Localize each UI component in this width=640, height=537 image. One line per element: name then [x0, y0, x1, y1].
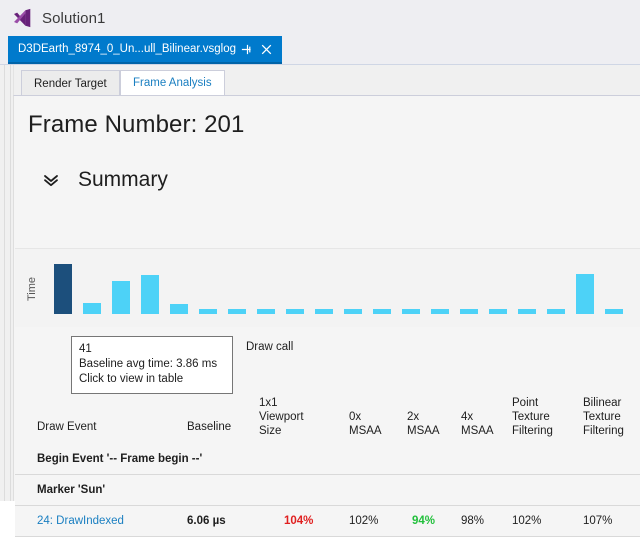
column-header-viewport-size-line3: Size [259, 425, 282, 437]
column-header-point-line2: Texture [512, 411, 550, 423]
table-row[interactable]: 24: DrawIndexed 6.06 µs 104% 102% 94% 98… [15, 506, 640, 537]
tab-frame-analysis-label: Frame Analysis [133, 77, 212, 89]
vertical-scrollbar[interactable] [0, 65, 14, 501]
table-row[interactable]: Marker 'Sun' [15, 475, 640, 506]
column-header-point-line3: Filtering [512, 425, 553, 437]
visual-studio-logo-icon [12, 8, 32, 28]
chart-baseline-dash [605, 309, 623, 314]
page-title: Frame Number: 201 [28, 111, 245, 138]
row-bilinear-filtering-value: 107% [583, 515, 613, 527]
chart-bar[interactable] [54, 264, 72, 314]
frame-analysis-content: Render Target Frame Analysis Frame Numbe… [0, 65, 640, 537]
chart-baseline-dash [431, 309, 449, 314]
row-2x-msaa-value: 94% [412, 515, 436, 527]
row-viewport-size-value: 104% [284, 515, 314, 527]
document-tab-strip: D3DEarth_8974_0_Un...ull_Bilinear.vsglog [0, 36, 640, 65]
document-tab-vsglog[interactable]: D3DEarth_8974_0_Un...ull_Bilinear.vsglog [8, 36, 283, 64]
row-point-filtering-value: 102% [512, 515, 542, 527]
chart-baseline-dash [199, 309, 217, 314]
chart-bar[interactable] [141, 275, 159, 314]
chart-baseline-dash [344, 309, 362, 314]
draw-call-time-chart: Time [15, 248, 640, 327]
chart-bar[interactable] [170, 304, 188, 314]
column-header-4x-msaa-line1: 4x [461, 411, 474, 423]
chart-baseline-dash [257, 309, 275, 314]
column-header-0x-msaa-line1: 0x [349, 411, 362, 423]
column-header-2x-msaa[interactable]: 2x MSAA [407, 410, 440, 438]
chart-x-axis-label: Draw call [246, 341, 294, 353]
tab-render-target[interactable]: Render Target [21, 70, 120, 96]
results-table-body: Begin Event '-- Frame begin --' Marker '… [15, 444, 640, 537]
summary-label: Summary [78, 168, 168, 191]
tab-render-target-label: Render Target [34, 77, 107, 90]
chart-baseline-dash [315, 309, 333, 314]
chevron-double-down-icon[interactable] [40, 169, 62, 191]
chart-baseline-dash [373, 309, 391, 314]
tooltip-hint: Click to view in table [79, 373, 184, 385]
tooltip-draw-call-id: 41 [79, 343, 92, 355]
chart-baseline-dash [547, 309, 565, 314]
row-label-begin-event: Begin Event '-- Frame begin --' [37, 453, 203, 465]
column-header-bilinear-line1: Bilinear [583, 397, 622, 409]
chart-tooltip: 41 Baseline avg time: 3.86 ms Click to v… [71, 336, 233, 394]
column-header-bilinear-line3: Filtering [583, 425, 624, 437]
frame-analysis-panel: Frame Number: 201 Summary Time Draw call… [13, 95, 640, 537]
column-header-point-texture-filtering[interactable]: Point Texture Filtering [512, 396, 553, 438]
column-header-4x-msaa[interactable]: 4x MSAA [461, 410, 494, 438]
row-draw-event-link[interactable]: 24: DrawIndexed [37, 515, 124, 527]
pin-icon[interactable] [236, 39, 256, 59]
column-header-2x-msaa-line2: MSAA [407, 425, 440, 437]
tab-frame-analysis[interactable]: Frame Analysis [120, 70, 225, 96]
column-header-2x-msaa-line1: 2x [407, 411, 420, 423]
column-header-point-line1: Point [512, 397, 539, 409]
column-header-bilinear-line2: Texture [583, 411, 621, 423]
column-header-4x-msaa-line2: MSAA [461, 425, 494, 437]
analysis-tab-bar: Render Target Frame Analysis [13, 70, 640, 96]
row-0x-msaa-value: 102% [349, 515, 379, 527]
table-row[interactable]: Begin Event '-- Frame begin --' [15, 444, 640, 475]
column-header-0x-msaa[interactable]: 0x MSAA [349, 410, 382, 438]
chart-plot-area[interactable] [48, 254, 628, 320]
summary-section-header[interactable]: Summary [40, 168, 168, 192]
column-header-viewport-size-line2: Viewport [259, 411, 304, 423]
chart-baseline-dash [460, 309, 478, 314]
document-tab-label: D3DEarth_8974_0_Un...ull_Bilinear.vsglog [18, 43, 237, 55]
row-label-marker-sun: Marker 'Sun' [37, 484, 106, 496]
chart-bar[interactable] [83, 303, 101, 314]
row-baseline-value: 6.06 µs [187, 515, 226, 527]
column-header-draw-event[interactable]: Draw Event [37, 420, 96, 434]
application-window: Solution1 D3DEarth_8974_0_Un...ull_Bilin… [0, 0, 640, 537]
chart-bar[interactable] [576, 274, 594, 314]
chart-baseline-dash [489, 309, 507, 314]
row-4x-msaa-value: 98% [461, 515, 485, 527]
chart-bar[interactable] [112, 281, 130, 314]
column-header-0x-msaa-line2: MSAA [349, 425, 382, 437]
chart-baseline-dash [402, 309, 420, 314]
chart-baseline-dash [228, 309, 246, 314]
column-header-baseline[interactable]: Baseline [187, 420, 231, 434]
window-title: Solution1 [42, 9, 106, 27]
vertical-scrollbar-track[interactable] [4, 65, 11, 501]
column-header-bilinear-texture-filtering[interactable]: Bilinear Texture Filtering [583, 396, 624, 438]
title-bar: Solution1 [0, 0, 640, 36]
chart-baseline-dash [518, 309, 536, 314]
chart-baseline-dash [286, 309, 304, 314]
chart-y-axis-label: Time [26, 276, 38, 302]
close-icon[interactable] [256, 39, 276, 59]
tooltip-baseline-time: Baseline avg time: 3.86 ms [79, 358, 218, 370]
column-header-viewport-size[interactable]: 1x1 Viewport Size [259, 396, 304, 438]
column-header-viewport-size-line1: 1x1 [259, 397, 278, 409]
